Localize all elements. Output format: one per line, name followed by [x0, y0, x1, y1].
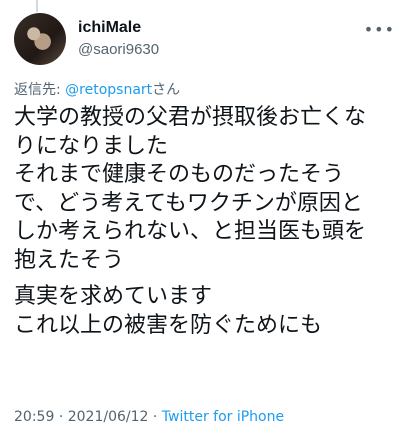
tweet-paragraph: 真実を求めています これ以上の被害を防ぐためにも — [14, 283, 399, 340]
meta-separator: · — [58, 409, 64, 425]
meta-separator: · — [152, 409, 158, 425]
tweet-text: 大学の教授の父君が摂取後お亡くな りになりました それまで健康そのものだったそう… — [14, 104, 399, 340]
tweet-line: 大学の教授の父君が摂取後お亡くな — [14, 105, 367, 130]
reply-suffix: さん — [152, 82, 181, 98]
tweet-line: 抱えたそう — [14, 247, 125, 273]
thread-connector — [36, 0, 38, 12]
reply-mention[interactable]: @retopsnart — [65, 82, 152, 98]
tweet-time[interactable]: 20:59 — [14, 409, 54, 425]
tweet-line: それまで健康そのものだったそう — [14, 162, 345, 187]
tweet-line: 真実を求めています — [14, 284, 213, 309]
tweet-line: しか考えられない、と担当医も頭を — [14, 219, 367, 244]
reply-prefix: 返信先: — [14, 82, 61, 98]
user-handle[interactable]: @saori9630 — [78, 40, 159, 60]
avatar[interactable] — [14, 13, 66, 65]
tweet-line: これ以上の被害を防ぐためにも — [14, 312, 323, 338]
tweet-meta: 20:59 · 2021/06/12 · Twitter for iPhone — [14, 409, 284, 425]
tweet-paragraph: 大学の教授の父君が摂取後お亡くな りになりました それまで健康そのものだったそう… — [14, 104, 399, 275]
tweet-line: りになりました — [14, 133, 169, 159]
reply-to: 返信先: @retopsnartさん — [14, 79, 180, 99]
tweet-source[interactable]: Twitter for iPhone — [162, 409, 284, 425]
author-block[interactable]: ichiMale @saori9630 — [78, 18, 159, 60]
tweet-date[interactable]: 2021/06/12 — [68, 409, 149, 425]
display-name[interactable]: ichiMale — [78, 18, 159, 38]
more-horizontal-icon[interactable]: ••• — [364, 20, 395, 39]
tweet-line: で、どう考えてもワクチンが原因と — [14, 190, 363, 216]
